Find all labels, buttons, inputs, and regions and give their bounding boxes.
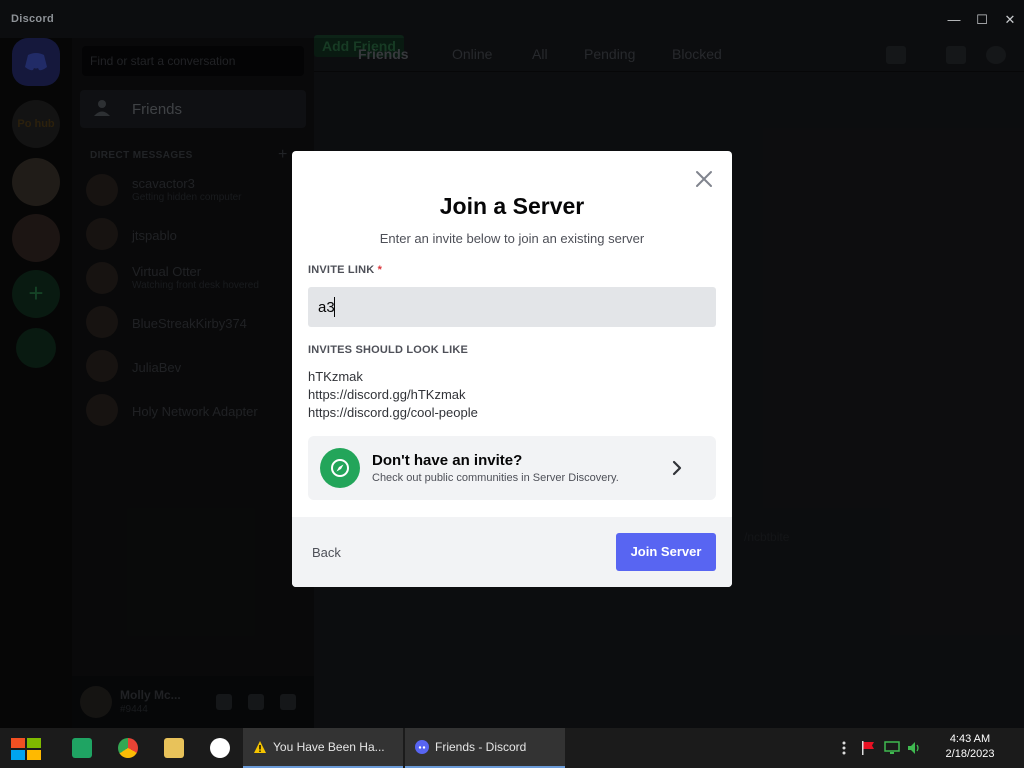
task-title: Friends - Discord xyxy=(435,740,527,754)
taskbar-task[interactable]: You Have Been Ha... xyxy=(243,728,403,768)
example-invite: https://discord.gg/hTKzmak xyxy=(308,387,466,402)
examples-label: INVITES SHOULD LOOK LIKE xyxy=(308,344,469,356)
discovery-subtitle: Check out public communities in Server D… xyxy=(372,472,619,484)
yandex-browser-icon[interactable] xyxy=(210,738,230,758)
network-icon[interactable] xyxy=(884,740,900,756)
taskbar: You Have Been Ha... Friends - Discord 4:… xyxy=(0,728,1024,768)
example-invite: hTKzmak xyxy=(308,369,363,384)
modal-footer: Back Join Server xyxy=(292,517,732,587)
more-icon[interactable] xyxy=(836,740,852,756)
minimize-button[interactable]: — xyxy=(944,10,964,30)
app-title: Discord xyxy=(11,13,55,25)
clock-date: 2/18/2023 xyxy=(945,748,995,760)
close-window-button[interactable]: ✕ xyxy=(1000,10,1020,30)
invite-link-label-text: INVITE LINK xyxy=(308,264,375,276)
volume-icon[interactable] xyxy=(906,740,922,756)
task-title: You Have Been Ha... xyxy=(273,740,385,754)
required-mark: * xyxy=(377,264,383,276)
maximize-button[interactable]: ☐ xyxy=(972,10,992,30)
discord-icon xyxy=(415,740,429,754)
clock-time: 4:43 AM xyxy=(949,733,991,745)
modal-subtitle: Enter an invite below to join an existin… xyxy=(379,231,645,246)
sheets-icon[interactable] xyxy=(72,738,92,758)
back-button[interactable]: Back xyxy=(312,545,341,560)
chrome-icon[interactable] xyxy=(118,738,138,758)
windows-start-icon[interactable] xyxy=(10,737,42,761)
chevron-right-icon xyxy=(672,460,682,476)
file-explorer-icon[interactable] xyxy=(164,738,184,758)
server-discovery-card[interactable]: Don't have an invite? Check out public c… xyxy=(308,436,716,500)
join-server-modal: Join a Server Enter an invite below to j… xyxy=(292,151,732,587)
flag-icon[interactable] xyxy=(860,740,876,756)
join-server-button[interactable]: Join Server xyxy=(616,533,716,571)
invite-link-input[interactable] xyxy=(308,287,716,327)
text-caret xyxy=(334,297,335,317)
system-clock[interactable]: 4:43 AM 2/18/2023 xyxy=(930,732,1010,762)
discovery-title: Don't have an invite? xyxy=(372,452,523,469)
taskbar-task[interactable]: Friends - Discord xyxy=(405,728,565,768)
example-invite: https://discord.gg/cool-people xyxy=(308,405,478,420)
window-titlebar: Discord — ☐ ✕ xyxy=(0,0,1024,38)
invite-link-label: INVITE LINK * xyxy=(308,264,382,276)
close-icon[interactable] xyxy=(692,167,716,191)
compass-icon xyxy=(320,448,360,488)
warning-icon xyxy=(254,741,266,753)
modal-title: Join a Server xyxy=(439,193,585,219)
